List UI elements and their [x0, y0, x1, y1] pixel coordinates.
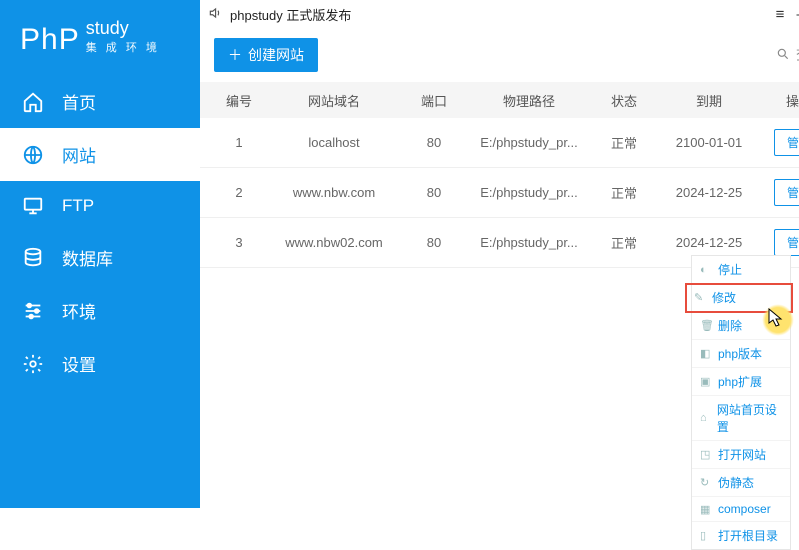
dropdown-item-label: 修改 [712, 289, 736, 306]
dropdown-item-icon: ↻ [700, 476, 712, 489]
logo-main: PhP [20, 23, 80, 57]
logo-cn: 集 成 环 境 [86, 39, 160, 55]
nav-home[interactable]: 首页 [0, 75, 200, 128]
home-icon [22, 91, 44, 113]
dropdown-item-label: 打开根目录 [718, 527, 778, 544]
cell-path: E:/phpstudy_pr... [464, 135, 594, 150]
cell-domain: localhost [264, 135, 404, 150]
app-logo: PhP study 集 成 环 境 [0, 0, 200, 69]
plus-icon: ＋ [228, 45, 242, 65]
dropdown-item[interactable]: ◐ 停止 [692, 256, 790, 284]
manage-dropdown: ◐ 停止 ✎ 修改🗑 删除 ◧ php版本 ▣ php扩展 ⌂ 网站首页设置 ◳ 打开网站 ↻ 伪静态 ▦ co… [691, 255, 791, 550]
cell-expire: 2100-01-01 [654, 135, 764, 150]
menu-icon[interactable]: ≡ [768, 6, 792, 23]
minimize-icon[interactable]: — [792, 6, 799, 23]
dropdown-item[interactable]: 🗑 删除 [692, 312, 790, 340]
search-icon [776, 47, 790, 64]
cell-path: E:/phpstudy_pr... [464, 235, 594, 250]
cell-id: 1 [214, 135, 264, 150]
title-text: phpstudy 正式版发布 [230, 5, 351, 24]
nav-website[interactable]: 网站 [0, 128, 200, 181]
dropdown-item-icon: ◧ [700, 347, 712, 360]
dropdown-item[interactable]: ✎ 修改 [686, 284, 792, 312]
th-expire: 到期 [654, 91, 764, 110]
cell-port: 80 [404, 185, 464, 200]
cell-status: 正常 [594, 183, 654, 202]
table-row[interactable]: 2www.nbw.com80E:/phpstudy_pr...正常2024-12… [200, 168, 799, 218]
dropdown-item-label: php版本 [718, 345, 762, 362]
nav-environment[interactable]: 环境 [0, 284, 200, 337]
sound-icon[interactable] [208, 6, 222, 23]
dropdown-item[interactable]: ↻ 伪静态 [692, 469, 790, 497]
dropdown-item-label: composer [718, 502, 771, 516]
table-header: 编号 网站域名 端口 物理路径 状态 到期 操作 [200, 82, 799, 118]
nav-label: 首页 [62, 89, 96, 114]
dropdown-item-label: 伪静态 [718, 474, 754, 491]
sliders-icon [22, 300, 44, 322]
cell-status: 正常 [594, 233, 654, 252]
th-path: 物理路径 [464, 91, 594, 110]
dropdown-item-label: 打开网站 [718, 446, 766, 463]
toolbar: ＋ 创建网站 查找 [200, 28, 799, 82]
cell-path: E:/phpstudy_pr... [464, 185, 594, 200]
dropdown-item-icon: ▦ [700, 503, 712, 516]
manage-button[interactable]: 管理 [774, 129, 799, 156]
dropdown-item[interactable]: ◧ php版本 [692, 340, 790, 368]
dropdown-item-icon: ▯ [700, 529, 712, 542]
dropdown-item[interactable]: ▦ composer [692, 497, 790, 522]
create-site-button[interactable]: ＋ 创建网站 [214, 38, 318, 72]
th-port: 端口 [404, 91, 464, 110]
dropdown-item-icon: ✎ [694, 291, 706, 304]
table-row[interactable]: 1localhost80E:/phpstudy_pr...正常2100-01-0… [200, 118, 799, 168]
dropdown-item-label: 停止 [718, 261, 742, 278]
cell-status: 正常 [594, 133, 654, 152]
nav-label: 设置 [62, 351, 96, 376]
logo-study: study [86, 18, 160, 39]
dropdown-item-icon: 🗑 [700, 319, 712, 332]
dropdown-item-icon: ⌂ [700, 412, 711, 424]
dropdown-item[interactable]: ▣ php扩展 [692, 368, 790, 396]
dropdown-item-label: php扩展 [718, 373, 762, 390]
search-button[interactable]: 查找 [776, 45, 799, 65]
main-nav: 首页 网站 FTP 数据库 环境 设置 [0, 69, 200, 390]
nav-label: 环境 [62, 298, 96, 323]
nav-label: FTP [62, 196, 94, 216]
dropdown-item-label: 删除 [718, 317, 742, 334]
nav-label: 网站 [62, 142, 96, 167]
dropdown-item-icon: ◳ [700, 448, 712, 461]
nav-label: 数据库 [62, 245, 113, 270]
dropdown-item[interactable]: ▯ 打开根目录 [692, 522, 790, 549]
cell-domain: www.nbw.com [264, 185, 404, 200]
manage-button[interactable]: 管理 [774, 229, 799, 256]
cell-domain: www.nbw02.com [264, 235, 404, 250]
sidebar: PhP study 集 成 环 境 首页 网站 FTP 数据库 [0, 0, 200, 508]
cell-port: 80 [404, 135, 464, 150]
dropdown-item[interactable]: ◳ 打开网站 [692, 441, 790, 469]
cell-id: 2 [214, 185, 264, 200]
cell-expire: 2024-12-25 [654, 185, 764, 200]
dropdown-item[interactable]: ⌂ 网站首页设置 [692, 396, 790, 441]
th-status: 状态 [594, 91, 654, 110]
database-icon [22, 247, 44, 269]
cell-port: 80 [404, 235, 464, 250]
nav-ftp[interactable]: FTP [0, 181, 200, 231]
nav-database[interactable]: 数据库 [0, 231, 200, 284]
monitor-icon [22, 195, 44, 217]
create-label: 创建网站 [248, 45, 304, 65]
dropdown-item-label: 网站首页设置 [717, 401, 782, 435]
dropdown-item-icon: ◐ [700, 264, 712, 276]
titlebar: phpstudy 正式版发布 ≡ — ✕ [200, 0, 799, 28]
manage-button[interactable]: 管理 [774, 179, 799, 206]
cell-id: 3 [214, 235, 264, 250]
nav-settings[interactable]: 设置 [0, 337, 200, 390]
globe-icon [22, 144, 44, 166]
dropdown-item-icon: ▣ [700, 375, 712, 388]
gear-icon [22, 353, 44, 375]
th-id: 编号 [214, 91, 264, 110]
site-table: 编号 网站域名 端口 物理路径 状态 到期 操作 1localhost80E:/… [200, 82, 799, 268]
th-domain: 网站域名 [264, 91, 404, 110]
cell-expire: 2024-12-25 [654, 235, 764, 250]
th-action: 操作 [764, 91, 799, 110]
